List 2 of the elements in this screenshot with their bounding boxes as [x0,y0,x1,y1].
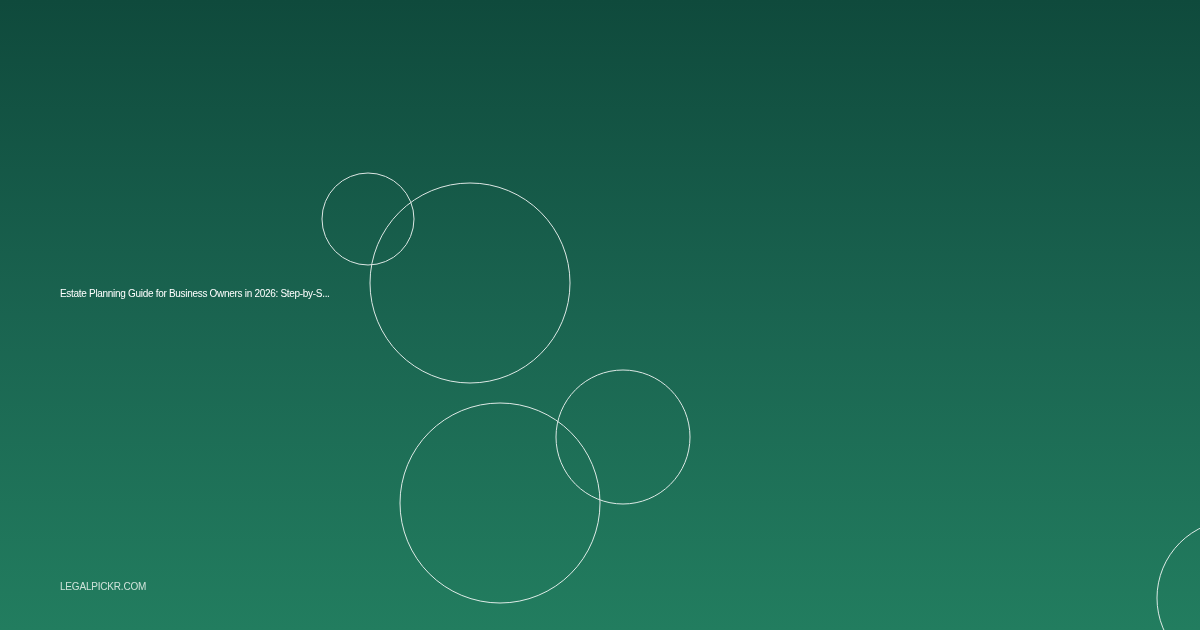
article-title: Estate Planning Guide for Business Owners in 2026: Step-by-S... [60,288,330,299]
site-name: LEGALPICKR.COM [60,581,147,592]
